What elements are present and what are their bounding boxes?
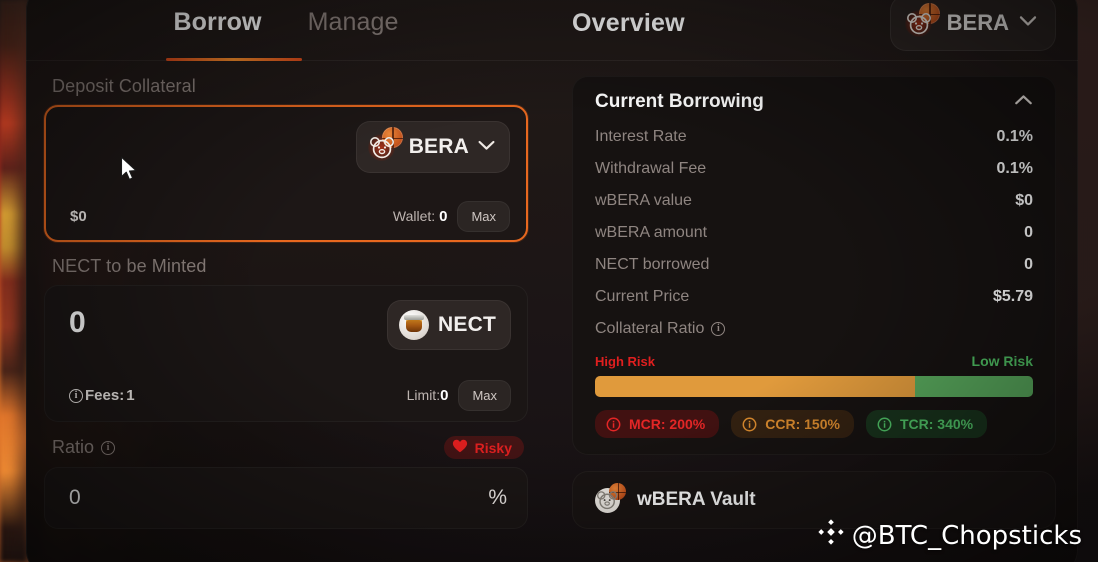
screenshot-root: Borrow Manage Deposit Collateral [0,0,1098,562]
app-window: Borrow Manage Deposit Collateral [26,0,1078,562]
vignette-overlay [26,0,1078,562]
